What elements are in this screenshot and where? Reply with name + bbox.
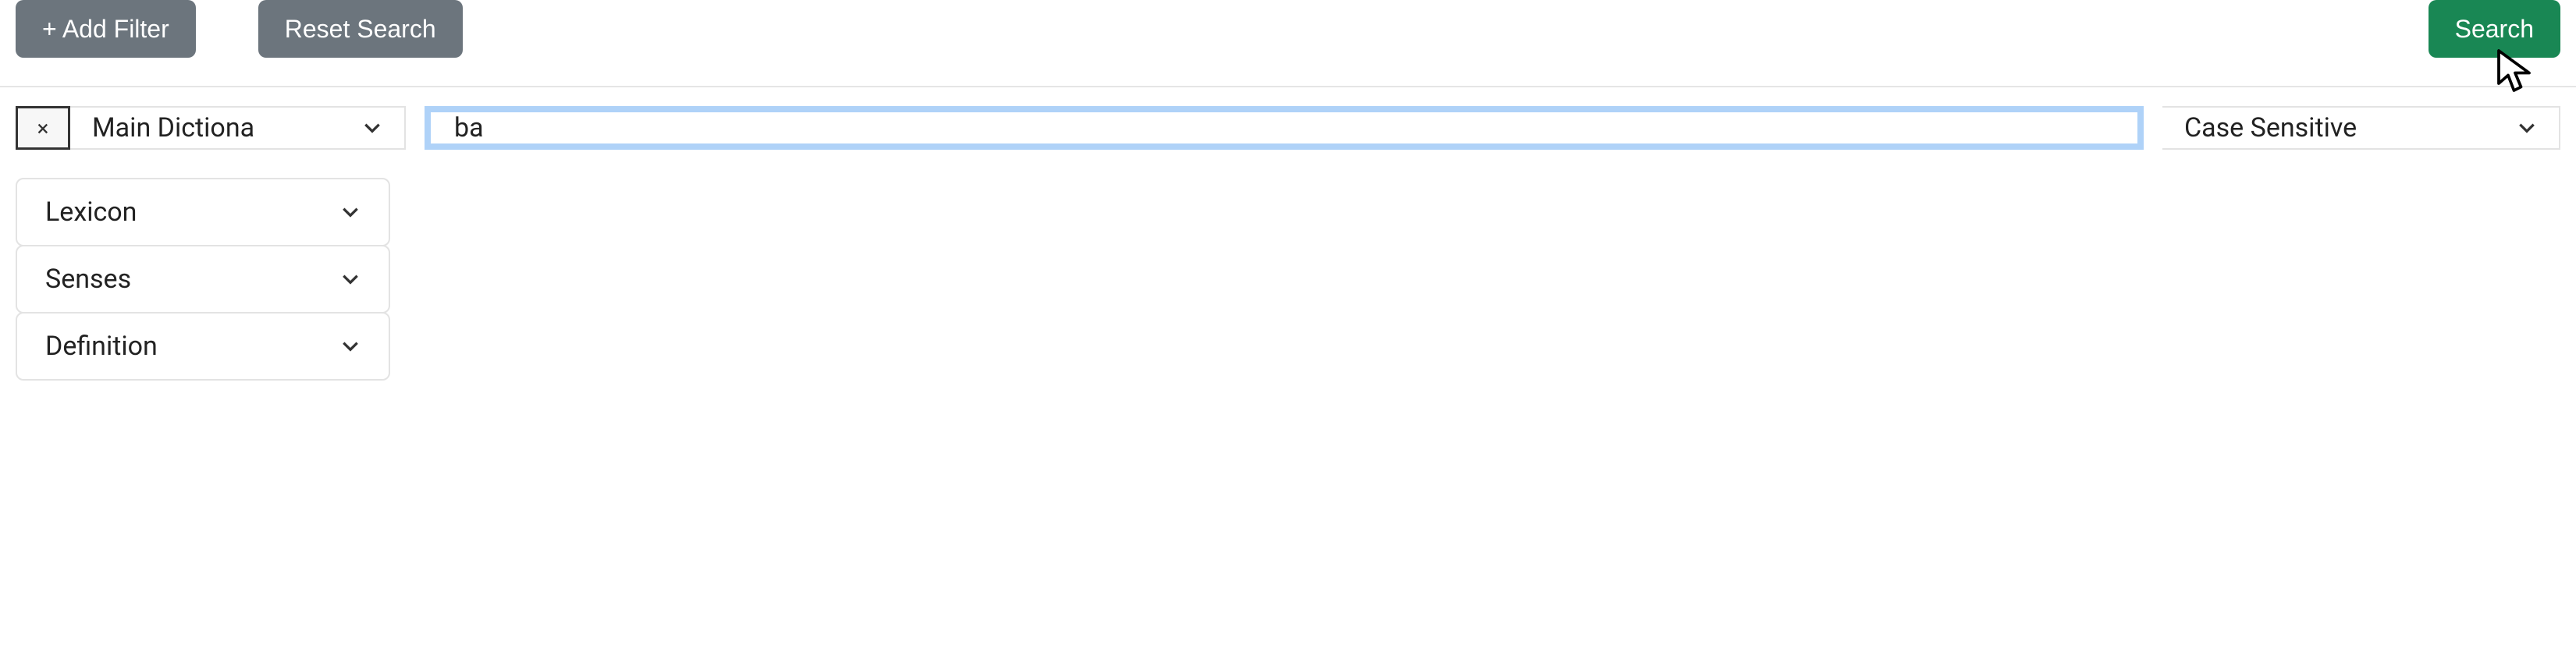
panel-definition[interactable]: Definition — [16, 312, 390, 381]
chevron-down-icon — [362, 118, 382, 138]
close-icon: × — [37, 115, 49, 141]
search-input-wrap — [425, 106, 2144, 150]
field-select-value: Main Dictiona — [92, 112, 346, 143]
chevron-down-icon — [340, 336, 361, 356]
toolbar: + Add Filter Reset Search Search — [0, 0, 2576, 87]
panel-label: Definition — [45, 331, 158, 362]
search-button[interactable]: Search — [2429, 0, 2560, 58]
filter-row: × Main Dictiona Case Sensitive — [0, 87, 2576, 150]
side-filter-panels: Lexicon Senses Definition — [16, 178, 390, 381]
chevron-down-icon — [2517, 118, 2537, 138]
panel-lexicon[interactable]: Lexicon — [16, 178, 390, 246]
panel-label: Senses — [45, 264, 131, 295]
case-sensitive-select[interactable]: Case Sensitive — [2162, 106, 2560, 150]
reset-search-button[interactable]: Reset Search — [258, 0, 463, 58]
chevron-down-icon — [340, 202, 361, 222]
search-input[interactable] — [425, 106, 2144, 150]
add-filter-button[interactable]: + Add Filter — [16, 0, 196, 58]
case-select-value: Case Sensitive — [2184, 112, 2357, 143]
field-select[interactable]: Main Dictiona — [70, 106, 406, 150]
search-filter-panel: + Add Filter Reset Search Search × Main … — [0, 0, 2576, 381]
panel-label: Lexicon — [45, 197, 137, 228]
remove-filter-button[interactable]: × — [16, 106, 70, 150]
panel-senses[interactable]: Senses — [16, 245, 390, 314]
chevron-down-icon — [340, 269, 361, 289]
